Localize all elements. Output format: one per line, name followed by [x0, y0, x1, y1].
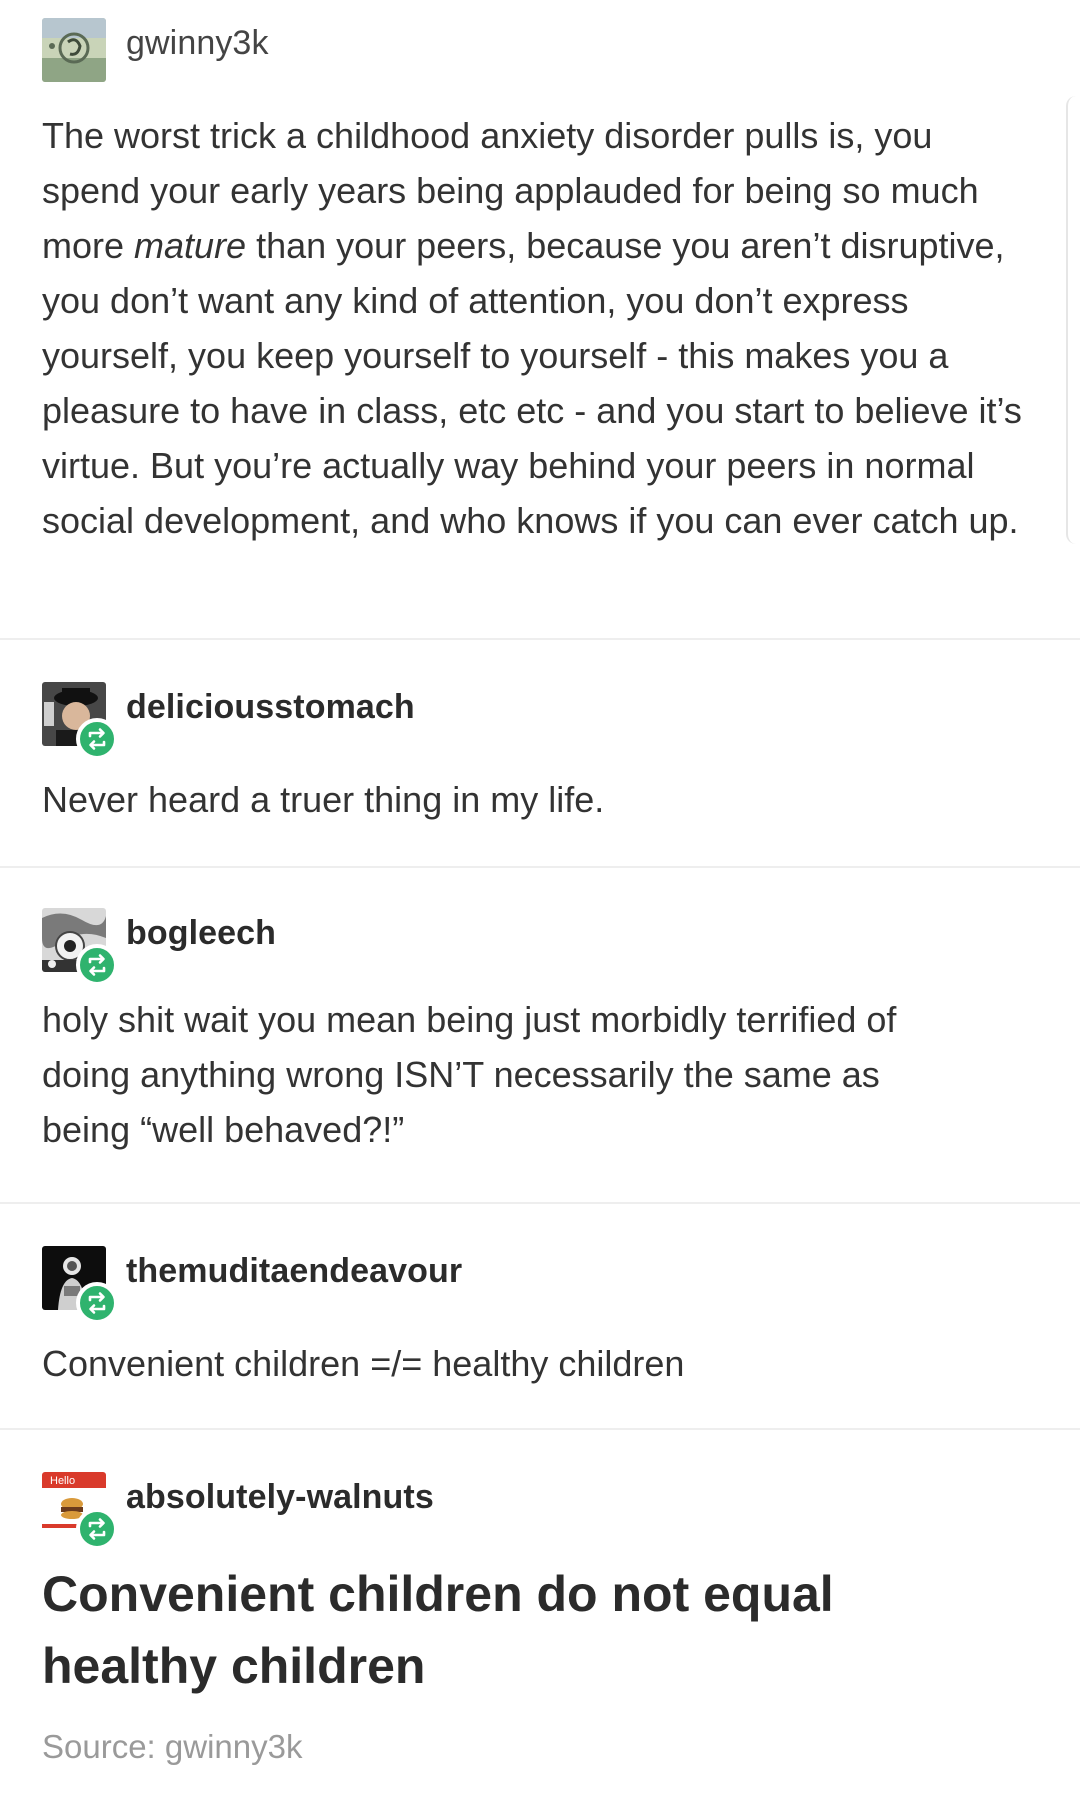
post-heading: Convenient children do not equal healthy… [42, 1566, 834, 1694]
post-divider [0, 866, 1080, 868]
post-text: The worst trick a childhood anxiety diso… [42, 108, 1022, 548]
source-link[interactable]: Source: gwinny3k [42, 1728, 302, 1766]
reblog-icon [76, 1282, 118, 1324]
avatar-gwinny3k[interactable] [42, 18, 106, 82]
post-divider [0, 1428, 1080, 1430]
username[interactable]: absolutely-walnuts [126, 1478, 434, 1517]
reblog-thread: gwinny3k The worst trick a childhood anx… [0, 0, 1080, 1800]
post-text: holy shit wait you mean being just morbi… [42, 999, 897, 1150]
username[interactable]: deliciousstomach [126, 688, 415, 727]
post-header: themuditaendeavour [42, 1246, 942, 1324]
reblog-icon [76, 944, 118, 986]
post-header: bogleech [42, 908, 942, 986]
reblog-icon [76, 1508, 118, 1550]
scrollbar[interactable] [1066, 96, 1080, 544]
post-text-part: than your peers, because you aren’t disr… [42, 225, 1022, 541]
post-header: gwinny3k [42, 18, 942, 82]
post-text: Never heard a truer thing in my life. [42, 779, 605, 820]
post-text: Convenient children =/= healthy children [42, 1343, 685, 1384]
post-header: deliciousstomach [42, 682, 942, 760]
post-divider [0, 638, 1080, 640]
username[interactable]: gwinny3k [126, 24, 269, 63]
post-divider [0, 1202, 1080, 1204]
username[interactable]: themuditaendeavour [126, 1252, 462, 1291]
reblog-icon [76, 718, 118, 760]
post-text-emphasis: mature [134, 225, 247, 266]
avatar-text: Hello [50, 1475, 75, 1487]
post-header: Hello absolutely-walnuts [42, 1472, 942, 1550]
username[interactable]: bogleech [126, 914, 276, 953]
